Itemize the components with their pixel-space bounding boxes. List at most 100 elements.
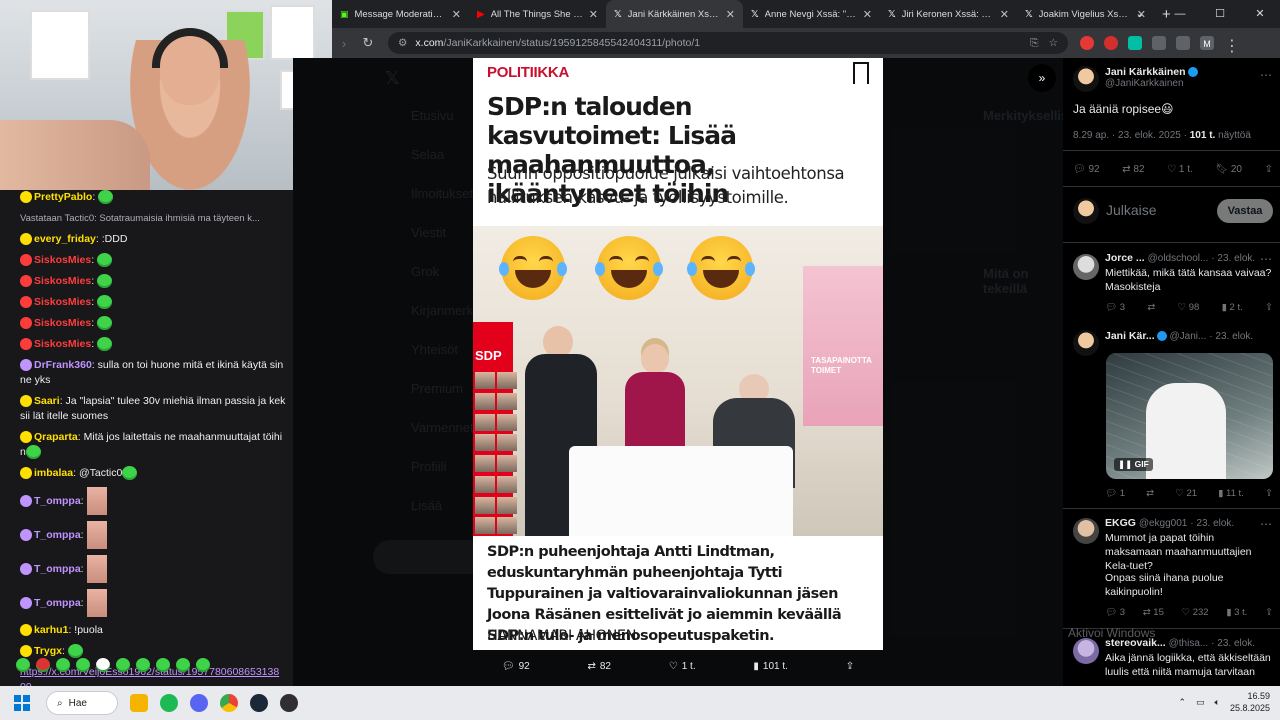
emote-icon[interactable] [76,658,90,672]
chat-username[interactable]: PrettyPablo [34,191,92,203]
chat-username[interactable]: SiskosMies [34,254,91,266]
spotify-icon[interactable] [160,694,178,712]
chevron-down-icon[interactable]: ⌄ [1120,0,1160,28]
taskbar-clock[interactable]: 16.59 25.8.2025 [1230,690,1270,714]
browser-tab-active[interactable]: 𝕏 Jani Kärkkäinen Xssä: "Ja ääniä ropise… [606,0,743,28]
extension-icon[interactable] [1128,36,1142,50]
close-icon[interactable]: ✕ [452,8,461,21]
share-icon[interactable]: ⇪ [1265,607,1273,618]
chat-username[interactable]: DrFrank360 [34,359,92,371]
share-icon[interactable]: ⇪ [1265,164,1273,175]
discord-icon[interactable] [190,694,208,712]
extension-icon[interactable] [1104,36,1118,50]
obs-icon[interactable] [280,694,298,712]
install-app-icon[interactable]: ⎘ [1030,37,1038,50]
chat-username[interactable]: T_omppa [34,563,81,575]
chat-username[interactable]: every_friday [34,233,96,245]
repost-button[interactable]: ⇄ 82 [587,661,611,672]
views-button[interactable]: ▮ 11 t. [1218,488,1244,499]
avatar[interactable] [1073,330,1099,356]
chat-username[interactable]: T_omppa [34,495,81,507]
like-button[interactable]: ♡ 232 [1182,607,1209,618]
browser-tab[interactable]: ▣ Message Moderation - Kick ✕ [332,0,469,28]
chat-username[interactable]: SiskosMies [34,338,91,350]
share-button[interactable]: ⇪ [846,661,854,672]
extension-icon[interactable] [1080,36,1094,50]
like-button[interactable]: ♡ 1 t. [669,661,696,672]
chat-username[interactable]: T_omppa [34,529,81,541]
reply-author[interactable]: EKGG [1105,517,1136,529]
reload-icon[interactable]: ↻ [356,35,380,51]
chevron-up-icon[interactable]: ⌃ [1178,697,1186,708]
chat-username[interactable]: karhu1 [34,624,68,636]
chat-username[interactable]: Qraparta [34,431,78,443]
reply-button[interactable]: 💬︎ 3 [1105,302,1125,313]
minimize-icon[interactable]: — [1160,0,1200,28]
emote-icon[interactable] [116,658,130,672]
avatar[interactable] [1073,638,1099,664]
reply-submit-button[interactable]: Vastaa [1217,199,1273,223]
browser-tab[interactable]: ▶ All The Things She Said (Full) ✕ [469,0,606,28]
repost-button[interactable]: ⇄ [1147,302,1155,313]
chat-username[interactable]: SiskosMies [34,317,91,329]
close-icon[interactable]: ✕ [1000,8,1009,21]
close-icon[interactable]: ✕ [726,8,735,21]
chat-username[interactable]: SiskosMies [34,296,91,308]
forward-icon[interactable]: › [332,36,356,51]
pause-icon[interactable]: ❚❚ [1118,459,1132,469]
emote-icon[interactable] [96,658,110,672]
file-explorer-icon[interactable] [130,694,148,712]
author-handle[interactable]: @JaniKarkkainen [1105,78,1198,89]
taskbar-search[interactable]: ⌕ Hae [46,691,118,715]
collapse-panel-button[interactable]: » [1028,64,1056,92]
more-options-icon[interactable]: ⋯ [1260,252,1272,266]
author-name[interactable]: Jani Kärkkäinen [1105,66,1186,78]
share-icon[interactable]: ⇪ [1265,302,1273,313]
emote-icon[interactable] [136,658,150,672]
reply-compose-input[interactable]: Julkaise [1106,202,1157,218]
emote-icon[interactable] [36,658,50,672]
menu-icon[interactable]: ⋮ [1224,36,1240,55]
steam-icon[interactable] [250,694,268,712]
like-button[interactable]: ♡ 1 t. [1167,164,1193,175]
avatar[interactable] [1073,518,1099,544]
site-info-icon[interactable]: ⚙ [398,37,407,49]
reply-author[interactable]: Jorce ... [1105,252,1145,264]
network-icon[interactable]: ▭ [1196,697,1205,708]
bookmark-star-icon[interactable]: ☆ [1049,37,1058,50]
views-button[interactable]: ▮ 2 t. [1222,302,1243,313]
stream-chat[interactable]: PrettyPablo: Vastataan Tactic0: Sotatrau… [0,190,293,686]
chat-reply-context[interactable]: Vastataan Tactic0: Sotatraumaisia ihmisi… [20,213,260,224]
reply-button[interactable]: 💬︎ 92 [1073,164,1100,175]
repost-button[interactable]: ⇄ [1146,488,1154,499]
chat-username[interactable]: Trygx [34,645,62,657]
avatar[interactable] [1073,66,1099,92]
like-button[interactable]: ♡ 21 [1175,488,1197,499]
chat-username[interactable]: Saari [34,395,60,407]
bookmark-button[interactable]: 🔖︎ 20 [1215,164,1242,175]
like-button[interactable]: ♡ 98 [1178,302,1200,313]
chat-username[interactable]: SiskosMies [34,275,91,287]
tweet-photo[interactable]: POLITIIKKA SDP:n talouden kasvutoimet: L… [473,58,883,650]
reply-button[interactable]: 💬︎ 1 [1105,488,1125,499]
address-bar[interactable]: ⚙ x.com/JaniKarkkainen/status/1959125845… [388,32,1068,54]
chrome-icon[interactable] [220,694,238,712]
reply-button[interactable]: 💬︎ 3 [1105,607,1125,618]
chat-username[interactable]: imbalaa [34,467,73,479]
repost-button[interactable]: ⇄ 82 [1122,164,1144,175]
close-icon[interactable]: ✕ [863,8,872,21]
chat-username[interactable]: T_omppa [34,597,81,609]
reply-gif[interactable]: ❚❚ GIF [1106,353,1273,479]
volume-icon[interactable]: 🔈︎ [1215,697,1220,708]
reply-button[interactable]: 💬︎ 92 [502,661,530,672]
emote-icon[interactable] [56,658,70,672]
browser-tab[interactable]: 𝕏 Anne Nevgi Xssä: "Miksi ..." ✕ [743,0,880,28]
close-icon[interactable]: ✕ [589,8,598,21]
share-icon[interactable]: ⇪ [1265,488,1273,499]
emote-icon[interactable] [16,658,30,672]
tab-search-icon[interactable] [1176,36,1190,50]
browser-tab[interactable]: 𝕏 Jiri Keronen Xssä: "Orpo ..." ✕ [880,0,1017,28]
emote-icon[interactable] [176,658,190,672]
windows-start-icon[interactable] [14,695,30,711]
emote-icon[interactable] [156,658,170,672]
